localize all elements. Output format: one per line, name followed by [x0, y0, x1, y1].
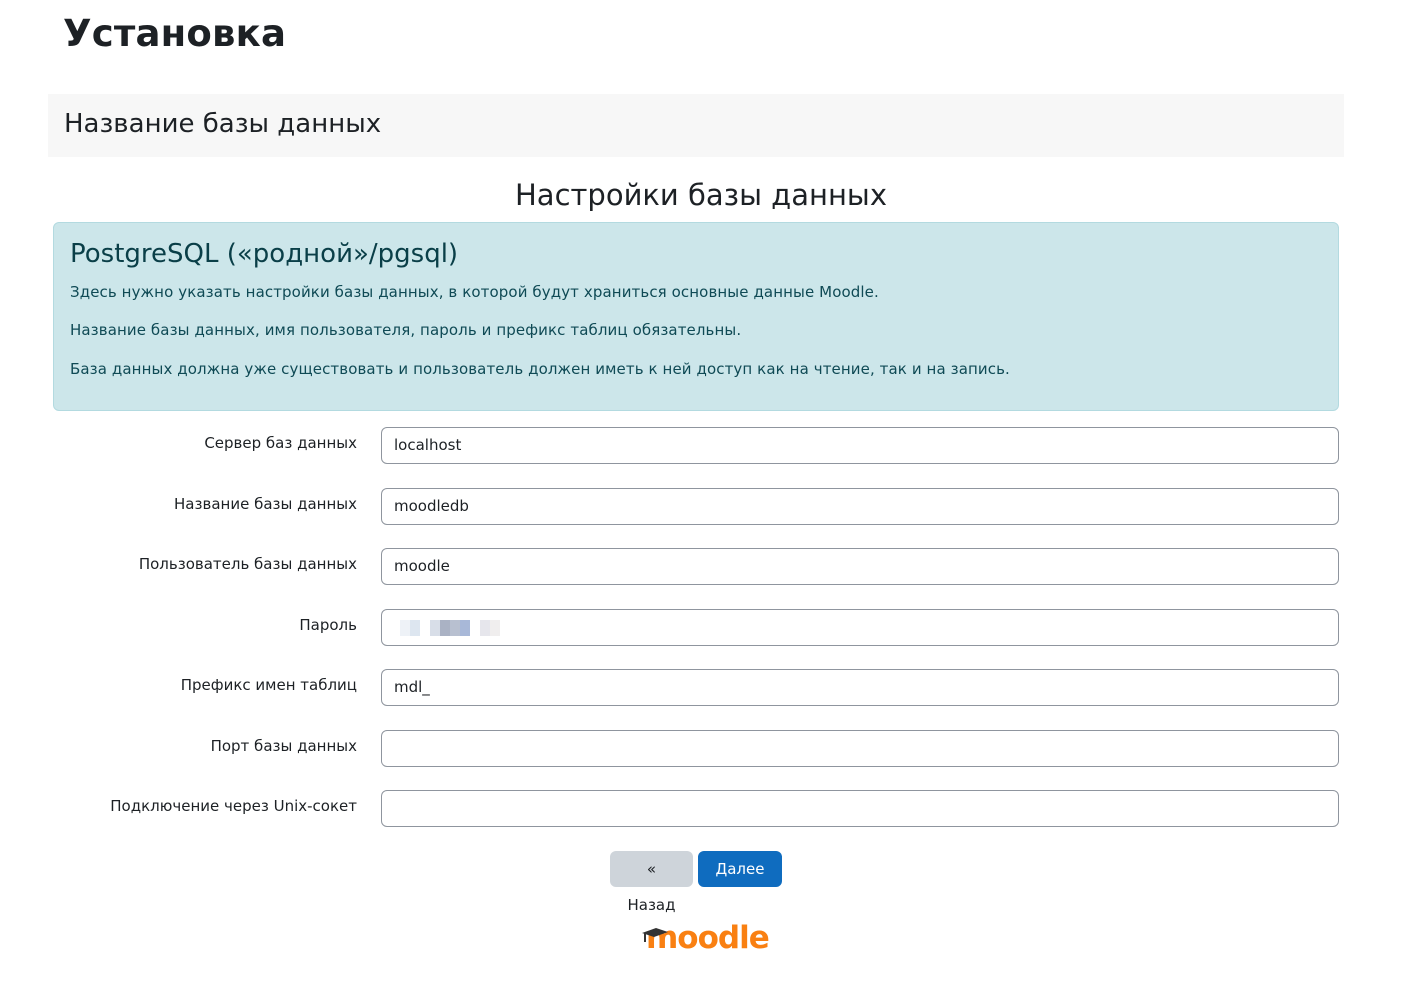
section-title: Настройки базы данных: [515, 178, 887, 212]
stage-header: Название базы данных: [48, 94, 1344, 157]
back-button[interactable]: « Назад: [610, 851, 693, 914]
dbsocket-label: Подключение через Unix-сокет: [110, 797, 357, 815]
prefix-input[interactable]: mdl_: [381, 669, 1339, 706]
alert-heading: PostgreSQL («родной»/pgsql): [70, 239, 459, 269]
dbsocket-input[interactable]: [381, 790, 1339, 827]
form-row-dbsocket: Подключение через Unix-сокет: [0, 790, 1402, 828]
form-row-prefix: Префикс имен таблиц mdl_: [0, 669, 1402, 707]
alert-paragraph: Здесь нужно указать настройки базы данны…: [70, 283, 879, 301]
dbport-input[interactable]: [381, 730, 1339, 767]
dbpass-input[interactable]: [381, 609, 1339, 646]
stage-title: Название базы данных: [64, 109, 382, 139]
dbhost-input[interactable]: localhost: [381, 427, 1339, 464]
dbuser-input[interactable]: moodle: [381, 548, 1339, 585]
password-masked-icon: [400, 620, 500, 636]
next-button[interactable]: Далее »: [698, 851, 782, 914]
page-title: Установка: [63, 12, 287, 55]
form-row-dbport: Порт базы данных: [0, 730, 1402, 768]
dbname-input[interactable]: moodledb: [381, 488, 1339, 525]
dbpass-label: Пароль: [299, 616, 357, 634]
form-row-dbname: Название базы данных moodledb: [0, 488, 1402, 526]
database-info-alert: PostgreSQL («родной»/pgsql) Здесь нужно …: [53, 222, 1339, 411]
alert-paragraph: Название базы данных, имя пользователя, …: [70, 321, 742, 339]
alert-paragraph: База данных должна уже существовать и по…: [70, 360, 1010, 378]
dbhost-label: Сервер баз данных: [204, 434, 357, 452]
dbuser-label: Пользователь базы данных: [138, 555, 357, 573]
dbname-label: Название базы данных: [174, 495, 357, 513]
form-row-dbpass: Пароль: [0, 609, 1402, 647]
dbport-label: Порт базы данных: [210, 737, 357, 755]
form-row-dbhost: Сервер баз данных localhost: [0, 427, 1402, 465]
prefix-label: Префикс имен таблиц: [180, 676, 357, 694]
moodle-logo: moodle: [640, 920, 770, 960]
graduation-cap-icon: [642, 928, 668, 942]
form-row-dbuser: Пользователь базы данных moodle: [0, 548, 1402, 586]
